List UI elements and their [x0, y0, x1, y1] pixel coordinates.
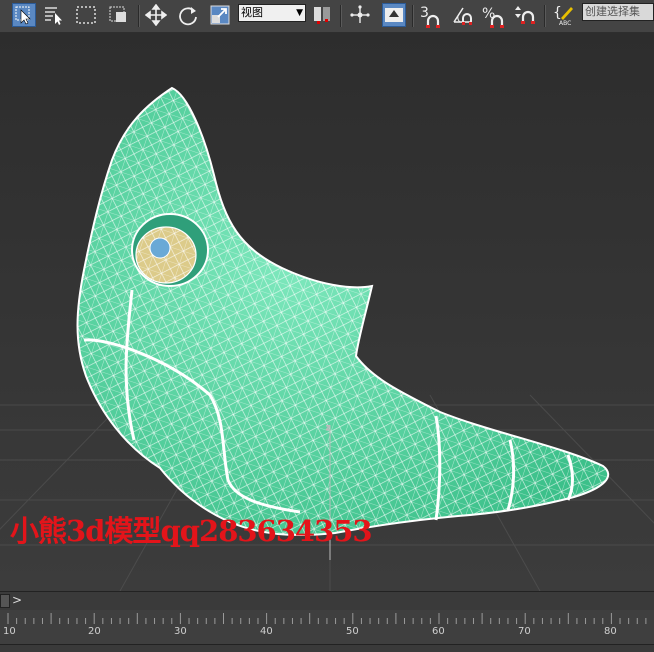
svg-text:z: z	[326, 423, 330, 432]
track-bar[interactable]: 10 20 30 40 50 60 70 80	[0, 610, 654, 644]
perspective-viewport[interactable]: z 小熊3d模型qq283634353	[0, 33, 654, 591]
time-slider[interactable]: >	[0, 591, 654, 610]
tick-label: 60	[432, 626, 445, 637]
tick-label: 20	[88, 626, 101, 637]
window-crossing-icon[interactable]	[106, 3, 130, 27]
watermark-text: 小熊3d模型qq283634353	[10, 514, 373, 548]
keyboard-shortcut-icon[interactable]	[382, 3, 406, 27]
eye	[131, 213, 209, 287]
svg-text:{: {	[553, 5, 562, 21]
percent-snap-icon[interactable]: %	[481, 3, 505, 28]
tick-label: 50	[346, 626, 359, 637]
next-frame-button[interactable]: >	[10, 592, 24, 609]
tick-label: 80	[604, 626, 617, 637]
svg-text:ABC: ABC	[559, 20, 571, 26]
snap-toggle-icon[interactable]: 3	[418, 3, 442, 28]
wireframe-overlay	[77, 88, 609, 536]
tick-label: 30	[174, 626, 187, 637]
select-object-icon[interactable]	[12, 3, 36, 27]
edit-named-sets-icon[interactable]: {ABC	[552, 3, 576, 27]
move-icon[interactable]	[144, 3, 168, 27]
manipulate-icon[interactable]	[348, 3, 372, 27]
main-toolbar: 视图 ▼ 3 % {ABC 创建选择集	[0, 0, 654, 33]
reference-coordinate-value: 视图	[241, 6, 263, 19]
pivot-icon[interactable]	[310, 3, 334, 27]
named-selection-sets-field[interactable]: 创建选择集	[582, 3, 654, 21]
spinner-snap-icon[interactable]	[512, 3, 536, 27]
chevron-down-icon: ▼	[296, 8, 303, 18]
scale-icon[interactable]	[208, 3, 232, 27]
select-by-name-icon[interactable]	[42, 3, 66, 27]
rotate-icon[interactable]	[176, 3, 200, 27]
rectangular-region-icon[interactable]	[74, 3, 98, 27]
angle-snap-icon[interactable]	[450, 3, 474, 27]
time-slider-handle[interactable]	[0, 594, 10, 608]
tick-label: 10	[3, 626, 16, 637]
track-ticks	[7, 613, 647, 624]
tick-label: 70	[518, 626, 531, 637]
tick-label: 40	[260, 626, 273, 637]
reference-coordinate-dropdown[interactable]: 视图 ▼	[238, 4, 306, 22]
